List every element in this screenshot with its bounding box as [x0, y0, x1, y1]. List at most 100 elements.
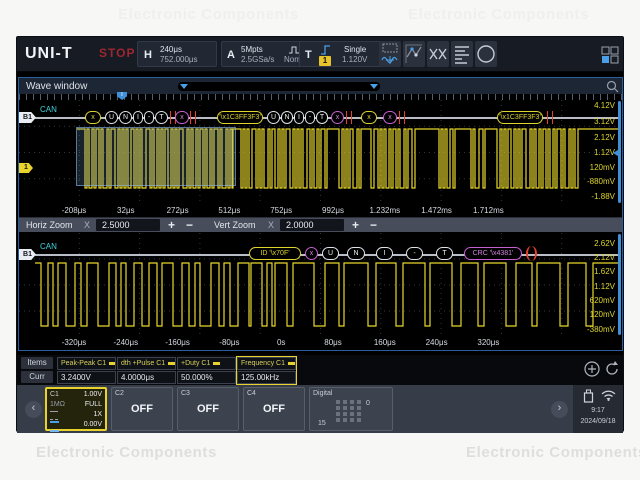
voltage-label: 620mV — [589, 296, 615, 305]
channel-1-box[interactable]: C1 1.00V 1MΩ FULL 1X 0.00V — [45, 387, 107, 432]
time-label: 240μs — [425, 338, 448, 347]
voltage-label: -1.88V — [591, 192, 615, 201]
time-label: 752μs — [270, 206, 293, 215]
decode-error-mark — [399, 111, 405, 124]
date: 2024/09/18 — [580, 418, 616, 425]
scrollbar-left-handle[interactable] — [180, 84, 188, 89]
scrollbar-right-handle[interactable] — [370, 84, 378, 89]
measure-item-name[interactable]: Frequency C1 — [237, 357, 296, 370]
decode-tool-button[interactable] — [427, 41, 449, 67]
brand-logo: UNI-T — [25, 45, 73, 62]
c3-state: OFF — [197, 403, 219, 415]
voltage-label: 120mV — [589, 163, 615, 172]
measure-name-text: Peak-Peak C1 — [61, 360, 107, 367]
vert-zoom-minus-button[interactable]: − — [370, 218, 377, 232]
voltage-label: -380mV — [586, 325, 615, 334]
dial-tool-button[interactable] — [475, 41, 497, 67]
oscilloscope-screen: UNI-T STOP H 240μs 752.000μs A 5Mpts 2.5… — [16, 36, 624, 433]
decode-bubble: x — [331, 111, 344, 124]
channel-4-box[interactable]: C4 OFF — [243, 387, 305, 431]
vert-zoom-plus-button[interactable]: + — [352, 218, 359, 232]
voltage-label: 2.62V — [594, 239, 615, 248]
refresh-measurement-button[interactable] — [603, 360, 621, 378]
time-label: 32μs — [117, 206, 135, 215]
decode-error-mark — [346, 111, 352, 124]
add-measurement-button[interactable] — [583, 360, 601, 378]
measurement-panel: Items Curr Peak-Peak C1 3.2400V dth +Pulse… — [17, 355, 623, 385]
c1-offset: 0.00V — [83, 421, 102, 428]
voltage-label: -880mV — [586, 177, 615, 186]
waveform-window-zoom[interactable]: B1 CAN ID '\x70F' x U N I - T CRC '\x4381' 2.62… — [19, 233, 622, 337]
c1-probe: 1X — [93, 411, 102, 418]
digital-name: Digital — [313, 390, 333, 397]
horizontal-position: 752.000μs — [160, 55, 198, 64]
time-label: 160μs — [373, 338, 396, 347]
trigger-mode: Single — [344, 45, 367, 54]
horizontal-settings[interactable]: H 240μs 752.000μs — [137, 41, 217, 67]
decode-bubble: x — [85, 111, 101, 124]
offset-icon — [50, 421, 59, 432]
wave-window-header: Wave window — [18, 77, 623, 94]
time-label: 80μs — [324, 338, 342, 347]
digital-channel-square — [343, 412, 347, 416]
channel-3-box[interactable]: C3 OFF — [177, 387, 239, 431]
c1-volts-div: 1.00V — [83, 391, 102, 398]
trigger-source-badge: 1 — [319, 56, 331, 66]
time-label: 1.712ms — [473, 206, 504, 215]
circle-icon — [477, 45, 495, 63]
digital-last-index: 15 — [318, 420, 326, 427]
horiz-zoom-plus-button[interactable]: + — [168, 218, 175, 232]
watermark-bottom-right: Electronic Components — [466, 444, 640, 461]
digital-channel-square — [343, 400, 347, 404]
expand-right-button[interactable]: › — [551, 401, 568, 418]
time-label: 1.232ms — [369, 206, 401, 215]
c2-name: C2 — [115, 390, 124, 397]
acquire-label: A — [227, 49, 235, 61]
decode-error-mark — [190, 111, 196, 124]
measure-item-name[interactable]: Peak-Peak C1 — [57, 357, 116, 370]
decode-bubble: x — [361, 111, 377, 124]
digital-channel-square — [343, 418, 347, 422]
horizontal-label: H — [144, 49, 152, 61]
channel-color-dash-icon — [213, 361, 221, 365]
measure-item-value[interactable]: 50.000% — [177, 371, 236, 384]
timebase-value: 240μs — [160, 45, 182, 54]
zoom-selection-rect[interactable] — [76, 127, 236, 186]
horizontal-scrollbar[interactable] — [178, 82, 380, 91]
run-state-indicator[interactable]: STOP — [99, 46, 135, 60]
decode-bubble: I — [294, 111, 304, 124]
memory-depth: 5Mpts — [241, 45, 263, 54]
measure-item-value[interactable]: 3.2400V — [57, 371, 116, 384]
c3-name: C3 — [181, 390, 190, 397]
decode-bubble: CRC '\x4381' — [464, 247, 522, 260]
display-layout-button[interactable] — [601, 46, 619, 64]
measure-item-value[interactable]: 4.0000μs — [117, 371, 176, 384]
vert-zoom-x: X — [268, 220, 275, 230]
decode-bubble: - — [305, 111, 315, 124]
digital-channel-square — [350, 412, 354, 416]
measure-item-name[interactable]: +Duty C1 — [177, 357, 236, 370]
vert-zoom-value[interactable]: 2.0000 — [280, 219, 344, 231]
vertical-scroll-thumb-main[interactable] — [618, 101, 621, 203]
list-tool-button[interactable] — [451, 41, 473, 67]
channel-2-box[interactable]: C2 OFF — [111, 387, 173, 431]
digital-channel-square — [350, 400, 354, 404]
voltage-label: 1.12V — [594, 282, 615, 291]
voltage-label: 3.12V — [594, 117, 615, 126]
c4-name: C4 — [247, 390, 256, 397]
vertical-scroll-thumb-zoom[interactable] — [618, 234, 621, 335]
collapse-left-button[interactable]: ‹ — [25, 401, 42, 418]
xy-tool-button[interactable] — [403, 41, 425, 67]
measure-item-value[interactable]: 125.00kHz — [237, 371, 296, 384]
search-icon[interactable] — [606, 80, 619, 93]
measure-items-label: Items — [21, 357, 53, 369]
horiz-zoom-minus-button[interactable]: − — [186, 218, 193, 232]
waveform-window-main[interactable]: B1 CAN x U N I - Tx '\x1C3FF3F3' U N I - Tx x x '\x1C3… — [19, 100, 622, 205]
digital-channels-box[interactable]: Digital 0 15 — [309, 387, 393, 431]
horiz-zoom-value[interactable]: 2.5000 — [96, 219, 160, 231]
wave-window-tool-button[interactable] — [379, 41, 401, 67]
decode-error-mark — [547, 111, 553, 124]
measure-item-name[interactable]: dth +Pulse C1 — [117, 357, 176, 370]
time-label: 1.472ms — [421, 206, 452, 215]
digital-channel-square — [343, 406, 347, 410]
